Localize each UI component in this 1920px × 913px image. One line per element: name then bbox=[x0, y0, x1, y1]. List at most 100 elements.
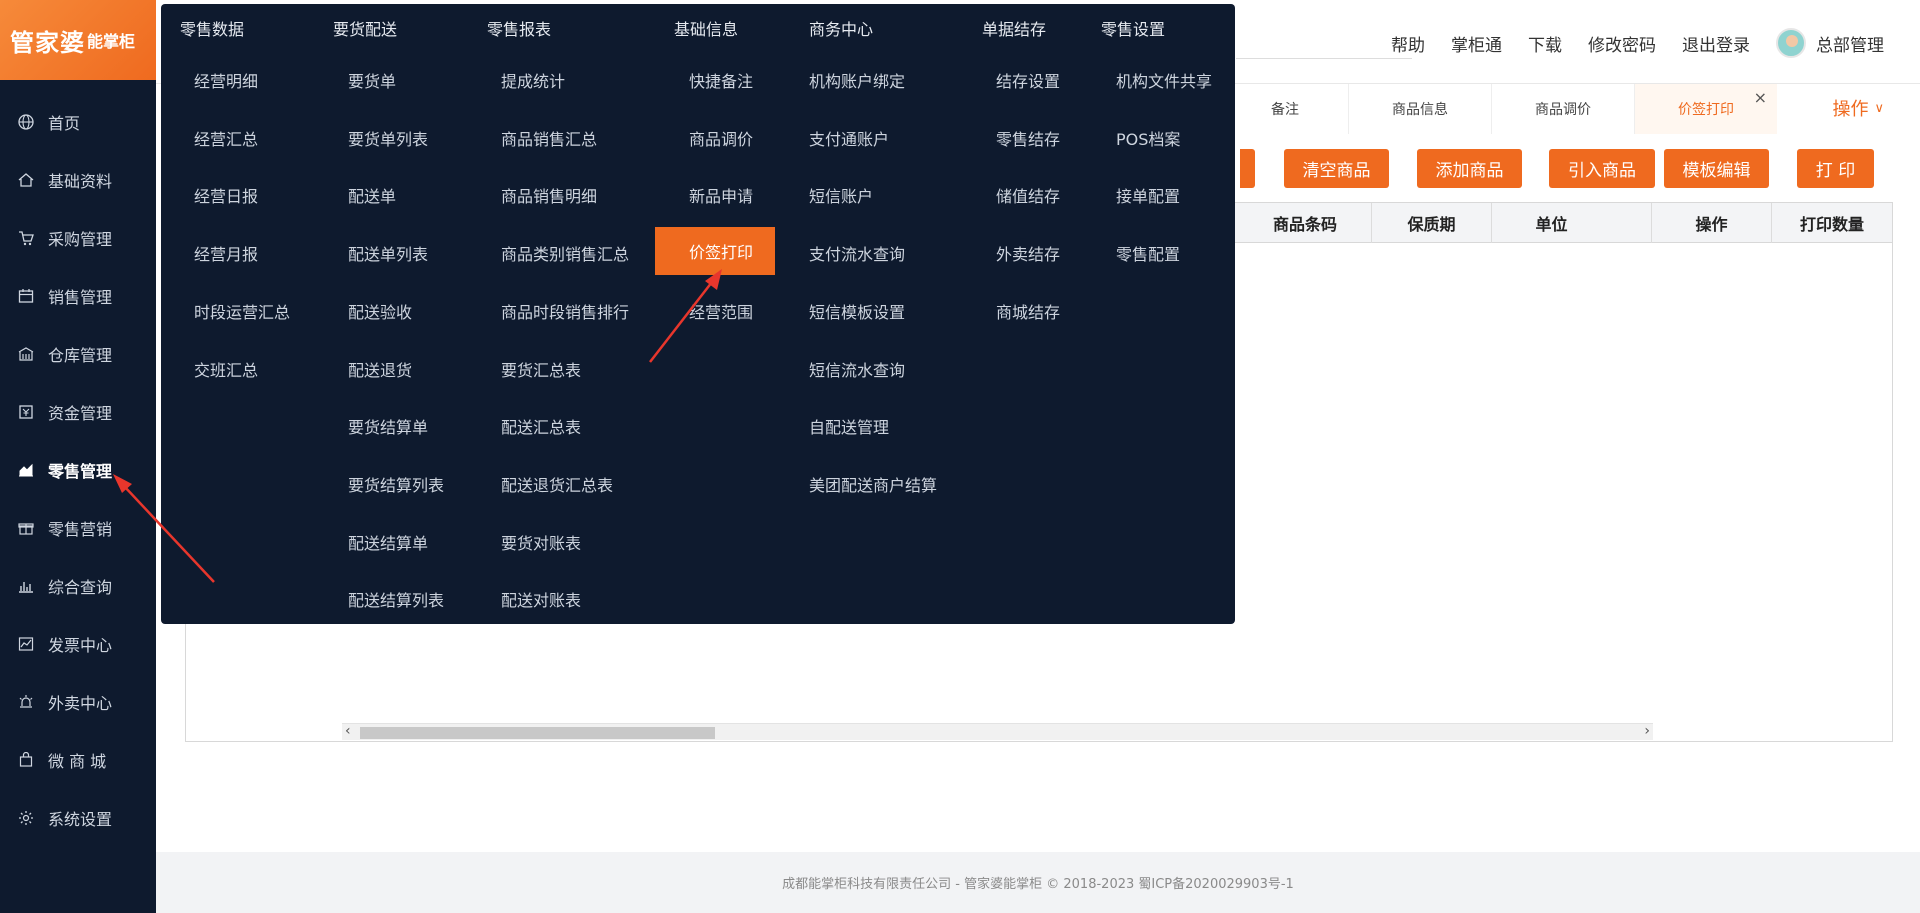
menu-item[interactable]: 短信流水查询 bbox=[809, 357, 905, 381]
print-button[interactable]: 打 印 bbox=[1797, 149, 1874, 188]
scrollbar-thumb[interactable] bbox=[360, 727, 715, 739]
menu-item[interactable]: 零售配置 bbox=[1116, 241, 1180, 265]
close-icon[interactable]: × bbox=[1754, 88, 1767, 107]
sidebar-item-warehouse[interactable]: 仓库管理 bbox=[0, 325, 156, 383]
sidebar-item-takeout[interactable]: 外卖中心 bbox=[0, 673, 156, 731]
menu-item[interactable]: 储值结存 bbox=[996, 183, 1060, 207]
sidebar-item-retail[interactable]: 零售管理 bbox=[0, 441, 156, 499]
avatar bbox=[1776, 28, 1806, 58]
menu-item[interactable]: 商品销售明细 bbox=[501, 183, 597, 207]
tab-remark[interactable]: 备注 bbox=[1221, 84, 1348, 134]
sidebar-item-settings[interactable]: 系统设置 bbox=[0, 789, 156, 847]
tab-label: 商品调价 bbox=[1535, 102, 1591, 118]
clear-products-button[interactable]: 清空商品 bbox=[1284, 149, 1389, 188]
tab-product-info[interactable]: 商品信息 bbox=[1348, 84, 1491, 134]
menu-column-title: 零售设置 bbox=[1101, 20, 1166, 39]
add-product-button[interactable]: 添加商品 bbox=[1417, 149, 1522, 188]
menu-item[interactable]: 美团配送商户结算 bbox=[809, 472, 937, 496]
menu-column-title: 商务中心 bbox=[809, 20, 874, 39]
sidebar-item-sales[interactable]: 销售管理 bbox=[0, 267, 156, 325]
menu-item[interactable]: 新品申请 bbox=[689, 183, 753, 207]
menu-item[interactable]: 配送退货 bbox=[348, 357, 412, 381]
menu-item[interactable]: 配送汇总表 bbox=[501, 414, 581, 438]
menu-item[interactable]: 商城结存 bbox=[996, 299, 1060, 323]
menu-item[interactable]: 经营月报 bbox=[194, 241, 258, 265]
menu-item[interactable]: 要货对账表 bbox=[501, 530, 581, 554]
fund-icon bbox=[18, 404, 34, 420]
menu-item[interactable]: 机构文件共享 bbox=[1116, 68, 1212, 92]
sidebar-item-label: 采购管理 bbox=[48, 230, 113, 249]
col-operation: 操作 bbox=[1651, 203, 1771, 243]
sidebar-item-query[interactable]: 综合查询 bbox=[0, 557, 156, 615]
menu-item[interactable]: 商品类别销售汇总 bbox=[501, 241, 629, 265]
hidden-button-edge[interactable] bbox=[1240, 149, 1255, 188]
menu-item[interactable]: 快捷备注 bbox=[689, 68, 753, 92]
menu-column-title: 零售数据 bbox=[180, 20, 245, 39]
sidebar-item-home[interactable]: 首页 bbox=[0, 93, 156, 151]
menu-item[interactable]: 商品销售汇总 bbox=[501, 126, 597, 150]
help-link[interactable]: 帮助 bbox=[1391, 31, 1425, 56]
menu-item[interactable]: 配送退货汇总表 bbox=[501, 472, 613, 496]
import-product-button[interactable]: 引入商品 bbox=[1549, 149, 1655, 188]
search-input-underline[interactable] bbox=[1236, 58, 1412, 59]
menu-item[interactable]: 配送单列表 bbox=[348, 241, 428, 265]
copyright-text: 成都能掌柜科技有限责任公司 - 管家婆能掌柜 © 2018-2023 蜀ICP备… bbox=[782, 877, 1294, 892]
col-barcode: 商品条码 bbox=[1272, 215, 1337, 234]
menu-item[interactable]: 机构账户绑定 bbox=[809, 68, 905, 92]
sidebar-item-mall[interactable]: 微 商 城 bbox=[0, 731, 156, 789]
download-link[interactable]: 下载 bbox=[1528, 31, 1562, 56]
menu-column-title: 基础信息 bbox=[674, 20, 739, 39]
menu-item[interactable]: 要货单列表 bbox=[348, 126, 428, 150]
menu-item[interactable]: 要货单 bbox=[348, 68, 396, 92]
tab-label: 商品信息 bbox=[1392, 102, 1448, 118]
home-icon bbox=[18, 172, 34, 188]
scroll-left-icon[interactable]: ‹ bbox=[345, 723, 351, 739]
app-logo[interactable]: 管家婆 能掌柜 bbox=[0, 0, 156, 80]
menu-item[interactable]: 短信账户 bbox=[809, 183, 873, 207]
menu-item-price-label-print[interactable]: 价签打印 bbox=[655, 227, 775, 276]
horizontal-scrollbar[interactable]: ‹ › bbox=[342, 723, 1653, 740]
menu-item[interactable]: 支付流水查询 bbox=[809, 241, 905, 265]
menu-item[interactable]: POS档案 bbox=[1116, 126, 1180, 150]
zhanggui-link[interactable]: 掌柜通 bbox=[1451, 31, 1502, 56]
menu-item[interactable]: 配送单 bbox=[348, 183, 396, 207]
user-menu[interactable]: 总部管理 bbox=[1776, 28, 1884, 58]
menu-item[interactable]: 结存设置 bbox=[996, 68, 1060, 92]
sidebar-item-funds[interactable]: 资金管理 bbox=[0, 383, 156, 441]
tab-price-label-print[interactable]: 价签打印 × bbox=[1634, 84, 1777, 134]
menu-item[interactable]: 配送结算列表 bbox=[348, 587, 444, 611]
logout-link[interactable]: 退出登录 bbox=[1682, 31, 1750, 56]
menu-item[interactable]: 经营明细 bbox=[194, 68, 258, 92]
menu-item[interactable]: 经营日报 bbox=[194, 183, 258, 207]
scroll-right-icon[interactable]: › bbox=[1644, 723, 1650, 739]
menu-item[interactable]: 外卖结存 bbox=[996, 241, 1060, 265]
menu-item[interactable]: 经营汇总 bbox=[194, 126, 258, 150]
menu-item[interactable]: 支付通账户 bbox=[809, 126, 889, 150]
template-edit-button[interactable]: 模板编辑 bbox=[1664, 149, 1769, 188]
menu-item[interactable]: 商品调价 bbox=[689, 126, 753, 150]
menu-item[interactable]: 提成统计 bbox=[501, 68, 565, 92]
gift-icon bbox=[18, 520, 34, 536]
menu-item[interactable]: 自配送管理 bbox=[809, 414, 889, 438]
menu-item[interactable]: 经营范围 bbox=[689, 299, 753, 323]
sidebar-item-invoice[interactable]: 发票中心 bbox=[0, 615, 156, 673]
sidebar-item-marketing[interactable]: 零售营销 bbox=[0, 499, 156, 557]
menu-item[interactable]: 要货结算列表 bbox=[348, 472, 444, 496]
menu-item[interactable]: 要货结算单 bbox=[348, 414, 428, 438]
menu-item[interactable]: 配送对账表 bbox=[501, 587, 581, 611]
menu-item[interactable]: 交班汇总 bbox=[194, 357, 258, 381]
sidebar-item-purchase[interactable]: 采购管理 bbox=[0, 209, 156, 267]
tab-price-adjust[interactable]: 商品调价 bbox=[1491, 84, 1634, 134]
sidebar-item-basic-data[interactable]: 基础资料 bbox=[0, 151, 156, 209]
menu-item[interactable]: 短信模板设置 bbox=[809, 299, 905, 323]
change-password-link[interactable]: 修改密码 bbox=[1588, 31, 1656, 56]
menu-item[interactable]: 时段运营汇总 bbox=[194, 299, 290, 323]
menu-item[interactable]: 接单配置 bbox=[1116, 183, 1180, 207]
menu-item[interactable]: 要货汇总表 bbox=[501, 357, 581, 381]
menu-item[interactable]: 商品时段销售排行 bbox=[501, 299, 629, 323]
menu-item[interactable]: 配送验收 bbox=[348, 299, 412, 323]
menu-item[interactable]: 零售结存 bbox=[996, 126, 1060, 150]
operations-dropdown[interactable]: 操作 ∨ bbox=[1832, 95, 1884, 121]
sidebar-item-label: 仓库管理 bbox=[48, 346, 113, 365]
menu-item[interactable]: 配送结算单 bbox=[348, 530, 428, 554]
